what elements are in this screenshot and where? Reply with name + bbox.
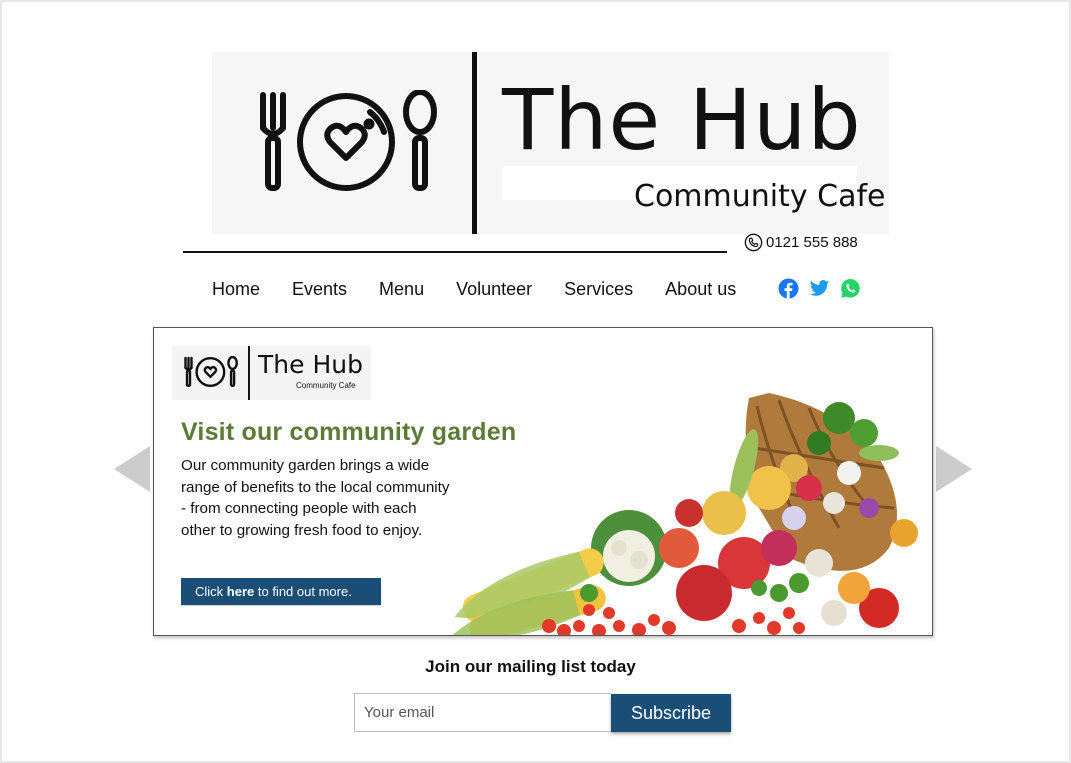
twitter-icon[interactable] (809, 278, 830, 299)
nav-item-volunteer[interactable]: Volunteer (456, 277, 532, 301)
main-nav: Home Events Menu Volunteer Services Abou… (212, 276, 736, 302)
slide-logo-icons (184, 356, 238, 387)
arrow-left-icon[interactable] (114, 446, 150, 492)
mailing-list-heading: Join our mailing list today (425, 657, 636, 676)
email-input[interactable] (354, 693, 611, 732)
subscribe-button[interactable]: Subscribe (611, 694, 731, 732)
header-divider (183, 251, 727, 253)
arrow-right-icon[interactable] (936, 446, 972, 492)
slide-logo-title: The Hub (258, 350, 363, 379)
carousel-slide[interactable]: The Hub Community Cafe Visit our communi… (153, 327, 933, 636)
logo-subtitle: Community Cafe (634, 179, 886, 214)
button-suffix: to find out more. (254, 584, 352, 599)
phone-number: 0121 555 888 (766, 233, 858, 251)
whatsapp-icon[interactable] (840, 278, 861, 299)
slide-logo: The Hub Community Cafe (172, 346, 371, 400)
nav-item-events[interactable]: Events (292, 277, 347, 301)
phone-icon (744, 233, 763, 251)
slide-logo-subtitle: Community Cafe (296, 381, 356, 390)
heart-plate-icon (297, 93, 395, 191)
button-prefix: Click (195, 584, 227, 599)
nav-item-services[interactable]: Services (564, 277, 633, 301)
find-out-more-button[interactable]: Click here to find out more. (181, 578, 381, 605)
slide-logo-divider (248, 346, 250, 400)
phone-contact[interactable]: 0121 555 888 (744, 232, 858, 252)
logo-divider (472, 52, 477, 234)
nav-item-home[interactable]: Home (212, 277, 260, 301)
slide-body: Our community garden brings a wide range… (181, 457, 450, 539)
nav-item-about-us[interactable]: About us (665, 277, 736, 301)
social-links (778, 278, 861, 299)
spoon-icon (403, 90, 437, 191)
vegetable-basket-image (450, 393, 918, 635)
facebook-icon[interactable] (778, 278, 799, 299)
nav-item-menu[interactable]: Menu (379, 277, 424, 301)
logo-icons (260, 90, 437, 191)
fork-icon (260, 92, 286, 191)
button-link-word: here (226, 584, 255, 599)
site-logo[interactable]: The Hub Community Cafe (212, 52, 889, 234)
logo-title: The Hub (502, 71, 862, 169)
